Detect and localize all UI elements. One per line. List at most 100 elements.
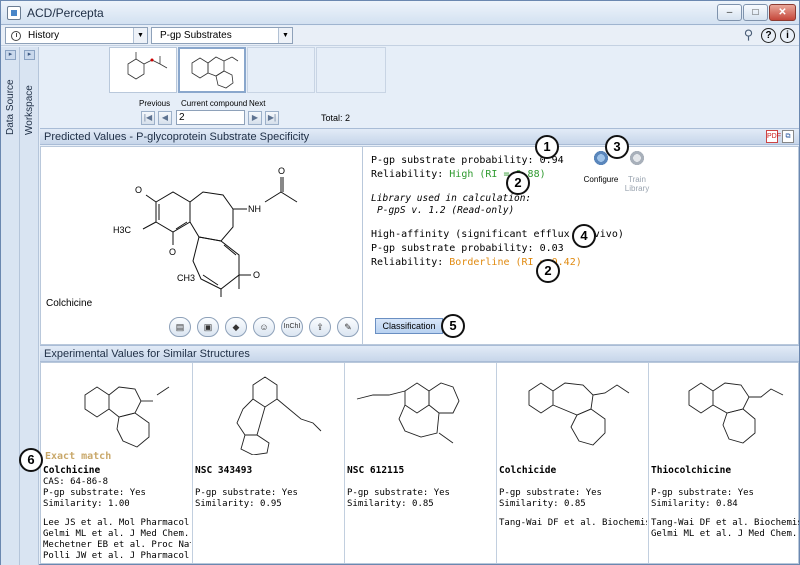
- reference-link[interactable]: Gelmi ML et al. J Med Chem. 1…: [651, 529, 799, 540]
- clock-icon: [11, 31, 21, 41]
- train-icon: [628, 149, 646, 167]
- help-icon[interactable]: ?: [761, 28, 776, 43]
- similar-structure-info: Similarity: 0.85: [499, 499, 586, 509]
- similar-structure-info: P-gp substrate: Yes: [347, 488, 450, 498]
- similar-structure-card[interactable]: Colchicide P-gp substrate: Yes Similarit…: [497, 363, 649, 563]
- exact-match-label: Exact match: [45, 451, 112, 462]
- module-dropdown[interactable]: P-gp Substrates ▼: [151, 27, 293, 44]
- reference-link[interactable]: Gelmi ML et al. J Med Chem. 1…: [43, 529, 191, 540]
- similar-structure-image: [528, 382, 630, 446]
- similar-structure-info: Similarity: 0.85: [347, 499, 434, 509]
- experimental-values-header: Experimental Values for Similar Structur…: [40, 345, 799, 362]
- library-label: Library used in calculation:: [371, 193, 532, 204]
- previous-button[interactable]: ◀: [158, 111, 172, 125]
- high-affinity-probability: P-gp substrate probability: 0.03: [371, 243, 564, 254]
- edit-structure-button[interactable]: ✎: [337, 317, 359, 337]
- similar-structure-image: [236, 376, 322, 455]
- callout-marker: 3: [605, 135, 629, 159]
- similar-structure-info: P-gp substrate: Yes: [195, 488, 298, 498]
- colchicine-structure-thumbnail: [191, 56, 239, 89]
- similar-structure-name: Thiocolchicine: [651, 465, 732, 476]
- toolbar: History ▼ P-gp Substrates ▼ ⚲ ? i: [1, 26, 799, 46]
- similar-structure-name: Colchicide: [499, 465, 557, 476]
- chevron-down-icon[interactable]: ▼: [278, 28, 292, 43]
- callout-marker: 6: [19, 448, 43, 472]
- open-file-button[interactable]: ⇪: [309, 317, 331, 337]
- title-bar: ACD/Percepta – □ ✕: [1, 1, 799, 25]
- current-compound-label: Current compound: [181, 99, 248, 108]
- pin-icon[interactable]: ▸: [5, 50, 16, 60]
- side-panel-tabs: ▸ Data Source ▸ Workspace: [1, 47, 39, 565]
- tab-workspace-label: Workspace: [24, 85, 35, 135]
- pin-icon[interactable]: ▸: [24, 50, 35, 60]
- similar-structure-card[interactable]: NSC 343493 P-gp substrate: Yes Similarit…: [193, 363, 345, 563]
- paste-structure-button[interactable]: ▣: [197, 317, 219, 337]
- next-button[interactable]: ▶: [248, 111, 262, 125]
- reliability2-label: Reliability:: [371, 257, 450, 268]
- similar-structure-info: Similarity: 0.84: [651, 499, 738, 509]
- compound-thumbnail-selected[interactable]: [178, 47, 246, 93]
- callout-marker: 2: [506, 171, 530, 195]
- callout-marker: 4: [572, 224, 596, 248]
- atom-label: H3C: [113, 225, 132, 235]
- compound-thumbnails: Previous Current compound Next |◀ ◀ 2 ▶ …: [41, 47, 799, 127]
- similar-structure-name: Colchicine: [43, 465, 101, 476]
- predicted-values-panel: O H3C O NH O O CH3 Colchicine ▤ ▣ ◆ ☺ In…: [40, 146, 799, 345]
- library-name: P-gpS v. 1.2 (Read-only): [377, 205, 515, 216]
- predicted-values-header: Predicted Values - P-glycoprotein Substr…: [40, 128, 799, 145]
- similar-structure-info: P-gp substrate: Yes: [499, 488, 602, 498]
- similar-structure-card[interactable]: Thiocolchicine P-gp substrate: Yes Simil…: [649, 363, 799, 563]
- similar-structure-name: NSC 343493: [195, 465, 253, 476]
- classification-button[interactable]: Classification: [375, 318, 443, 334]
- reference-link[interactable]: Mechetner EB et al. Proc Natl …: [43, 540, 191, 551]
- similar-structure-name: NSC 612115: [347, 465, 405, 476]
- history-dropdown[interactable]: History ▼: [5, 27, 148, 44]
- app-icon: [7, 6, 21, 20]
- similar-structure-card[interactable]: NSC 612115 P-gp substrate: Yes Similarit…: [345, 363, 497, 563]
- similar-structure-info: P-gp substrate: Yes: [43, 488, 146, 498]
- first-button[interactable]: |◀: [141, 111, 155, 125]
- reference-link[interactable]: Tang-Wai DF et al. Biochemistr…: [651, 518, 799, 529]
- experimental-values-title: Experimental Values for Similar Structur…: [44, 348, 250, 360]
- atom-label: O: [253, 270, 260, 280]
- reference-link[interactable]: Tang-Wai DF et al. Biochemistr…: [499, 518, 647, 529]
- compound-thumbnail[interactable]: [109, 47, 177, 93]
- reliability2-value: Borderline (RI = 0.42): [449, 257, 582, 268]
- inchi-button[interactable]: InChI: [281, 317, 303, 337]
- window-title: ACD/Percepta: [27, 6, 104, 20]
- info-icon[interactable]: i: [780, 28, 795, 43]
- current-compound-input[interactable]: 2: [176, 110, 245, 125]
- minimize-button[interactable]: –: [717, 4, 742, 21]
- copy-icon[interactable]: ⧉: [782, 130, 794, 143]
- reference-link[interactable]: Lee JS et al. Mol Pharmacol. 1…: [43, 518, 191, 529]
- history-label: History: [28, 30, 60, 41]
- similar-structure-info: CAS: 64-86-8: [43, 477, 109, 487]
- tab-data-source[interactable]: ▸ Data Source: [2, 47, 20, 565]
- reliability-value: High (RI = 0.88): [449, 169, 546, 180]
- callout-marker: 5: [441, 314, 465, 338]
- similar-structure-info: Similarity: 1.00: [43, 499, 130, 509]
- share-icon[interactable]: ⚲: [741, 28, 756, 43]
- predicted-values-title: Predicted Values - P-glycoprotein Substr…: [44, 131, 310, 143]
- similar-structure-image: [84, 386, 170, 448]
- previous-label: Previous: [139, 99, 171, 108]
- atom-label: CH3: [177, 273, 195, 283]
- atom-label: NH: [248, 204, 261, 214]
- pdf-export-icon[interactable]: PDF: [766, 130, 781, 143]
- smiles-button[interactable]: ☺: [253, 317, 275, 337]
- experimental-values-panel: Exact match Colchicine CAS: 64-86-8 P-gp…: [40, 362, 799, 564]
- reference-link[interactable]: Polli JW et al. J Pharmacol Exp…: [43, 551, 191, 562]
- reference-list: Tang-Wai DF et al. Biochemistr… Gelmi ML…: [651, 518, 799, 540]
- last-button[interactable]: ▶|: [265, 111, 279, 125]
- chevron-down-icon[interactable]: ▼: [133, 28, 147, 43]
- reference-list: Tang-Wai DF et al. Biochemistr…: [499, 518, 647, 529]
- tab-workspace[interactable]: ▸ Workspace: [21, 47, 39, 565]
- similar-structure-card[interactable]: Exact match Colchicine CAS: 64-86-8 P-gp…: [41, 363, 193, 563]
- similar-structure-image: [688, 382, 784, 444]
- close-button[interactable]: ✕: [769, 4, 796, 21]
- draw-structure-button[interactable]: ◆: [225, 317, 247, 337]
- atom-label: O: [135, 185, 142, 195]
- copy-structure-button[interactable]: ▤: [169, 317, 191, 337]
- maximize-button[interactable]: □: [743, 4, 768, 21]
- atom-label: O: [169, 247, 176, 257]
